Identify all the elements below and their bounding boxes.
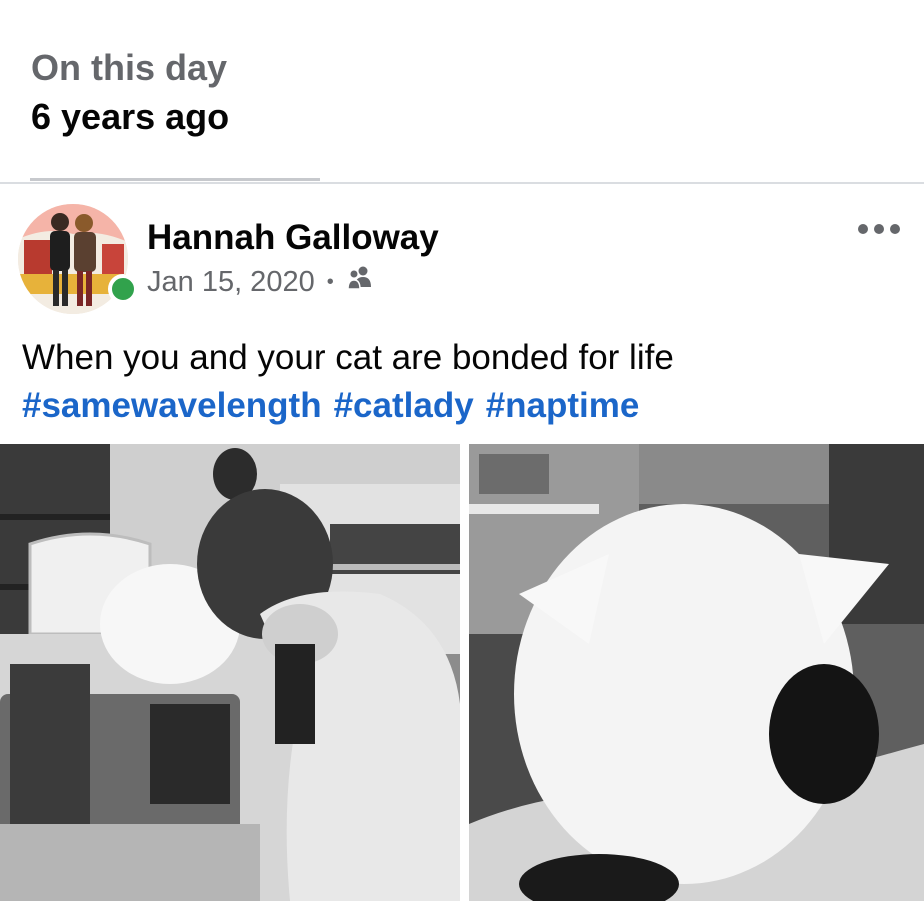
post-date[interactable]: Jan 15, 2020 <box>147 266 315 299</box>
online-status-indicator <box>108 274 138 304</box>
author-name[interactable]: Hannah Galloway <box>147 218 439 258</box>
memory-time-ago: 6 years ago <box>31 96 230 137</box>
dot <box>890 224 900 234</box>
post-meta: Jan 15, 2020 • <box>147 265 376 299</box>
tab-indicator <box>30 178 320 181</box>
hashtag-link[interactable]: #catlady <box>334 386 474 425</box>
post-photo-1[interactable] <box>0 444 460 901</box>
divider <box>0 182 924 184</box>
memory-header: On this day 6 years ago <box>31 46 229 139</box>
meta-separator: • <box>326 270 334 293</box>
hashtag-link[interactable]: #samewavelength <box>22 386 322 425</box>
dot <box>874 224 884 234</box>
post-text: When you and your cat are bonded for lif… <box>22 338 674 377</box>
dot <box>858 224 868 234</box>
hashtags: #samewavelength #catlady #naptime <box>22 382 651 430</box>
post-photo-2[interactable] <box>469 444 924 901</box>
more-options-button[interactable] <box>858 224 900 234</box>
hashtag-link[interactable]: #naptime <box>486 386 640 425</box>
friends-icon[interactable] <box>346 265 376 299</box>
memory-label: On this day <box>31 47 228 88</box>
